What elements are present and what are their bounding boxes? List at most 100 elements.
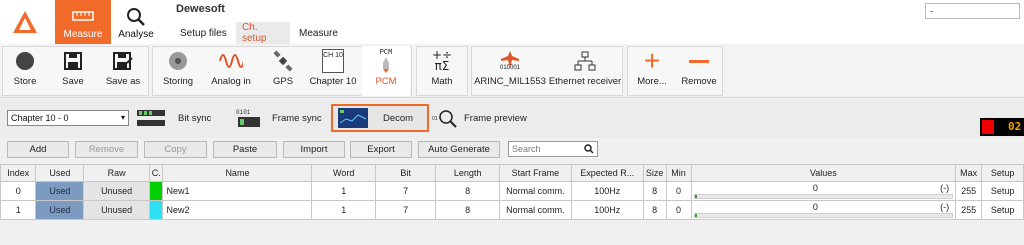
- row-bit-field[interactable]: 7: [374, 200, 437, 220]
- gps-label: GPS: [272, 76, 294, 87]
- row-used-toggle[interactable]: Used: [35, 200, 85, 220]
- col-min-header[interactable]: Min: [665, 164, 692, 182]
- col-setup-header[interactable]: Setup: [981, 164, 1024, 182]
- row-size-field[interactable]: 8: [642, 200, 667, 220]
- math-button[interactable]: +÷ πΣ Math: [420, 46, 464, 96]
- row-color-swatch[interactable]: [148, 181, 164, 201]
- chapter10-button[interactable]: CH 10 Chapter 10: [308, 46, 358, 96]
- row-name-field[interactable]: New2: [162, 200, 313, 220]
- import-button[interactable]: Import: [283, 141, 345, 158]
- col-start-frame-header[interactable]: Start Frame: [498, 164, 572, 182]
- math-label: Math: [431, 76, 453, 87]
- row-max-field[interactable]: 255: [955, 200, 983, 220]
- record-icon: [16, 52, 34, 70]
- save-icon: [64, 52, 82, 70]
- add-button[interactable]: Add: [7, 141, 69, 158]
- row-used-toggle[interactable]: Used: [35, 181, 85, 201]
- more-button[interactable]: + More...: [632, 46, 672, 96]
- row-word-field[interactable]: 1: [311, 200, 376, 220]
- bit-sync-label: Bit sync: [178, 112, 212, 124]
- row-value-meter: 0 (-): [690, 181, 957, 201]
- analog-wave-icon: [219, 54, 243, 68]
- auto-generate-button[interactable]: Auto Generate: [418, 141, 500, 158]
- row-length-field[interactable]: 8: [435, 181, 500, 201]
- decom-button[interactable]: Decom: [331, 104, 429, 132]
- dewesoft-logo[interactable]: [0, 0, 50, 44]
- col-used-header[interactable]: Used: [35, 164, 85, 182]
- col-size-header[interactable]: Size: [642, 164, 667, 182]
- tab-measure[interactable]: Measure: [293, 22, 344, 44]
- row-color-swatch[interactable]: [148, 200, 164, 220]
- row-setup-button[interactable]: Setup: [981, 200, 1024, 220]
- col-expected-rate-header[interactable]: Expected R...: [570, 164, 644, 182]
- col-max-header[interactable]: Max: [955, 164, 983, 182]
- col-index-header[interactable]: Index: [0, 164, 37, 182]
- col-raw-header[interactable]: Raw: [83, 164, 150, 182]
- tab-setup-files[interactable]: Setup files: [174, 22, 233, 44]
- row-setup-button[interactable]: Setup: [981, 181, 1024, 201]
- row-expected-rate-field[interactable]: 100Hz: [570, 181, 644, 201]
- col-color-header[interactable]: C.: [148, 164, 164, 182]
- gps-button[interactable]: GPS: [266, 46, 300, 96]
- row-value-text: 0: [812, 202, 818, 212]
- frame-sync-button[interactable]: 0101 Frame sync: [234, 104, 322, 132]
- col-values-header[interactable]: Values: [690, 164, 957, 182]
- row-value-meter: 0 (-): [690, 200, 957, 220]
- col-bit-header[interactable]: Bit: [374, 164, 437, 182]
- row-start-frame-field[interactable]: Normal comm.: [498, 181, 572, 201]
- ch10-icon: CH 10: [322, 49, 344, 73]
- remove-device-label: Remove: [681, 76, 717, 87]
- row-raw-toggle[interactable]: Unused: [83, 181, 150, 201]
- row-word-field[interactable]: 1: [311, 181, 376, 201]
- analog-in-label: Analog in: [211, 76, 251, 87]
- save-label: Save: [62, 76, 84, 87]
- row-expected-rate-field[interactable]: 100Hz: [570, 200, 644, 220]
- store-button[interactable]: Store: [6, 46, 44, 96]
- row-index: 1: [0, 200, 37, 220]
- save-button[interactable]: Save: [54, 46, 92, 96]
- row-max-field[interactable]: 255: [955, 181, 983, 201]
- analyse-mode-button[interactable]: Analyse: [113, 0, 159, 44]
- row-raw-toggle[interactable]: Unused: [83, 200, 150, 220]
- row-start-frame-field[interactable]: Normal comm.: [498, 200, 572, 220]
- store-label: Store: [13, 76, 37, 87]
- export-button[interactable]: Export: [350, 141, 412, 158]
- remove-device-button[interactable]: Remove: [678, 46, 720, 96]
- col-word-header[interactable]: Word: [311, 164, 376, 182]
- window-field[interactable]: -: [925, 3, 1020, 19]
- row-bit-field[interactable]: 7: [374, 181, 437, 201]
- row-value-bar-fill: [694, 214, 697, 217]
- row-value-unit: (-): [940, 202, 950, 212]
- remove-button[interactable]: Remove: [75, 141, 138, 158]
- row-min-field[interactable]: 0: [665, 181, 692, 201]
- frame-preview-button[interactable]: 01 Frame preview: [432, 104, 527, 132]
- paste-button[interactable]: Paste: [213, 141, 277, 158]
- save-as-button[interactable]: Save as: [100, 46, 146, 96]
- copy-button[interactable]: Copy: [144, 141, 207, 158]
- measure-mode-button[interactable]: Measure: [55, 0, 111, 44]
- airplane-icon: [501, 51, 519, 65]
- storing-button[interactable]: Storing: [158, 46, 198, 96]
- row-length-field[interactable]: 8: [435, 200, 500, 220]
- decom-label: Decom: [383, 112, 414, 124]
- status-led-text: 02: [1008, 120, 1022, 133]
- pcm-button[interactable]: PCM PCM: [362, 46, 410, 96]
- table-row[interactable]: 0 Used Unused New1 1 7 8 Normal comm. 10…: [0, 181, 1024, 201]
- network-icon: [574, 51, 596, 71]
- row-name-field[interactable]: New1: [162, 181, 313, 201]
- frame-sync-icon: 0101: [236, 109, 260, 127]
- search-input[interactable]: Search: [508, 141, 598, 157]
- arinc-button[interactable]: 010001 ARINC_MIL1553: [474, 46, 546, 96]
- tab-ch-setup[interactable]: Ch. setup: [236, 22, 290, 44]
- ethernet-receiver-button[interactable]: Ethernet receiver: [548, 46, 622, 96]
- table-row[interactable]: 1 Used Unused New2 1 7 8 Normal comm. 10…: [0, 200, 1024, 220]
- row-min-field[interactable]: 0: [665, 200, 692, 220]
- col-length-header[interactable]: Length: [435, 164, 500, 182]
- row-size-field[interactable]: 8: [642, 181, 667, 201]
- measure-label: Measure: [63, 29, 103, 40]
- bit-sync-button[interactable]: Bit sync: [136, 104, 211, 132]
- chapter10-select[interactable]: Chapter 10 - 0 ▾: [7, 110, 129, 126]
- status-led-red: [982, 120, 994, 134]
- analog-in-button[interactable]: Analog in: [208, 46, 254, 96]
- col-name-header[interactable]: Name: [162, 164, 313, 182]
